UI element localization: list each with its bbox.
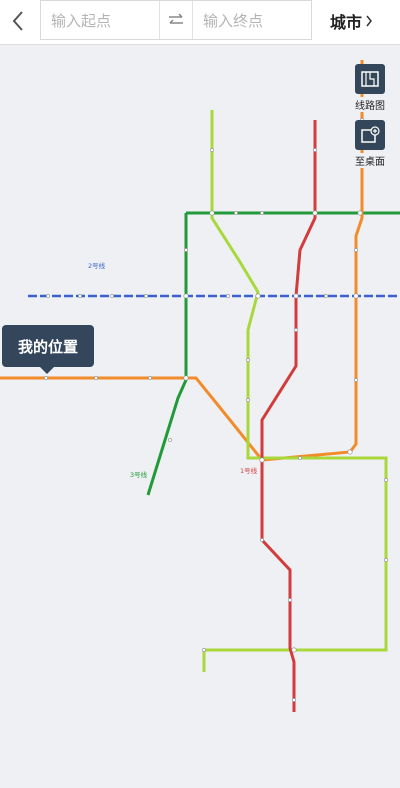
station-dot[interactable] bbox=[183, 375, 189, 381]
station-dot[interactable] bbox=[354, 248, 358, 252]
station-dot[interactable] bbox=[293, 293, 299, 299]
route-inputs: 输入起点 输入终点 bbox=[40, 0, 312, 40]
station-dot[interactable] bbox=[209, 210, 215, 216]
top-bar: 输入起点 输入终点 城市 bbox=[0, 0, 400, 45]
station-dot[interactable] bbox=[260, 538, 264, 542]
end-input[interactable]: 输入终点 bbox=[193, 1, 311, 39]
station-dot[interactable] bbox=[184, 248, 188, 252]
chevron-left-icon bbox=[12, 11, 23, 31]
subway-map[interactable]: 2号线 3号线 1号线 bbox=[0, 44, 400, 788]
station-dot[interactable] bbox=[298, 456, 302, 460]
station-dot[interactable] bbox=[353, 293, 359, 299]
station-dot[interactable] bbox=[148, 376, 152, 380]
station-dot[interactable] bbox=[384, 478, 388, 482]
station-dot[interactable] bbox=[292, 698, 296, 702]
station-dot[interactable] bbox=[294, 328, 298, 332]
add-to-desktop-icon bbox=[361, 126, 380, 143]
swap-button[interactable] bbox=[159, 1, 193, 39]
station-dot[interactable] bbox=[183, 293, 189, 299]
city-selector[interactable]: 城市 bbox=[330, 6, 373, 36]
line-lightgreen-path bbox=[202, 110, 388, 672]
station-dot[interactable] bbox=[384, 558, 388, 562]
station-dot[interactable] bbox=[246, 398, 250, 402]
back-button[interactable] bbox=[4, 6, 32, 36]
station-dot[interactable] bbox=[255, 293, 261, 299]
station-dot[interactable] bbox=[46, 294, 50, 298]
station-dot[interactable] bbox=[324, 294, 328, 298]
line-1-path bbox=[260, 120, 317, 712]
my-location-label: 我的位置 bbox=[17, 337, 78, 356]
line-3-label: 3号线 bbox=[130, 470, 148, 479]
station-dot[interactable] bbox=[44, 376, 48, 380]
station-dot[interactable] bbox=[357, 210, 363, 216]
station-dot[interactable] bbox=[354, 378, 358, 382]
swap-arrows-icon bbox=[169, 13, 183, 24]
subway-map-canvas: 2号线 3号线 1号线 bbox=[0, 60, 400, 712]
city-label: 城市 bbox=[330, 13, 363, 32]
station-dot[interactable] bbox=[78, 294, 82, 298]
station-dot[interactable] bbox=[234, 211, 238, 215]
stations bbox=[44, 118, 388, 702]
chevron-right-icon bbox=[366, 15, 372, 27]
desktop-label: 至桌面 bbox=[355, 153, 385, 168]
line-orange-path bbox=[0, 60, 364, 462]
start-input[interactable]: 输入起点 bbox=[41, 1, 159, 39]
station-dot[interactable] bbox=[259, 457, 265, 463]
line-1-label: 1号线 bbox=[240, 466, 258, 475]
line-map-button[interactable]: 线路图 bbox=[349, 64, 391, 112]
station-dot[interactable] bbox=[312, 210, 318, 216]
station-dot[interactable] bbox=[313, 148, 317, 152]
station-dot[interactable] bbox=[291, 647, 297, 653]
station-dot[interactable] bbox=[94, 376, 98, 380]
station-dot[interactable] bbox=[260, 211, 264, 215]
line-map-label: 线路图 bbox=[355, 97, 385, 112]
my-location-bubble[interactable]: 我的位置 bbox=[2, 325, 94, 374]
station-dot[interactable] bbox=[168, 438, 172, 442]
station-dot[interactable] bbox=[144, 294, 148, 298]
station-dot[interactable] bbox=[246, 358, 250, 362]
line-2-label: 2号线 bbox=[88, 261, 106, 270]
line-3-path bbox=[146, 213, 188, 496]
add-to-desktop-button[interactable]: 至桌面 bbox=[349, 120, 391, 168]
station-dot[interactable] bbox=[288, 598, 292, 602]
map-icon bbox=[361, 71, 379, 87]
station-dot[interactable] bbox=[226, 294, 230, 298]
station-dot[interactable] bbox=[347, 449, 353, 455]
station-dot[interactable] bbox=[202, 648, 206, 652]
station-dot[interactable] bbox=[210, 148, 214, 152]
station-dot[interactable] bbox=[110, 294, 114, 298]
